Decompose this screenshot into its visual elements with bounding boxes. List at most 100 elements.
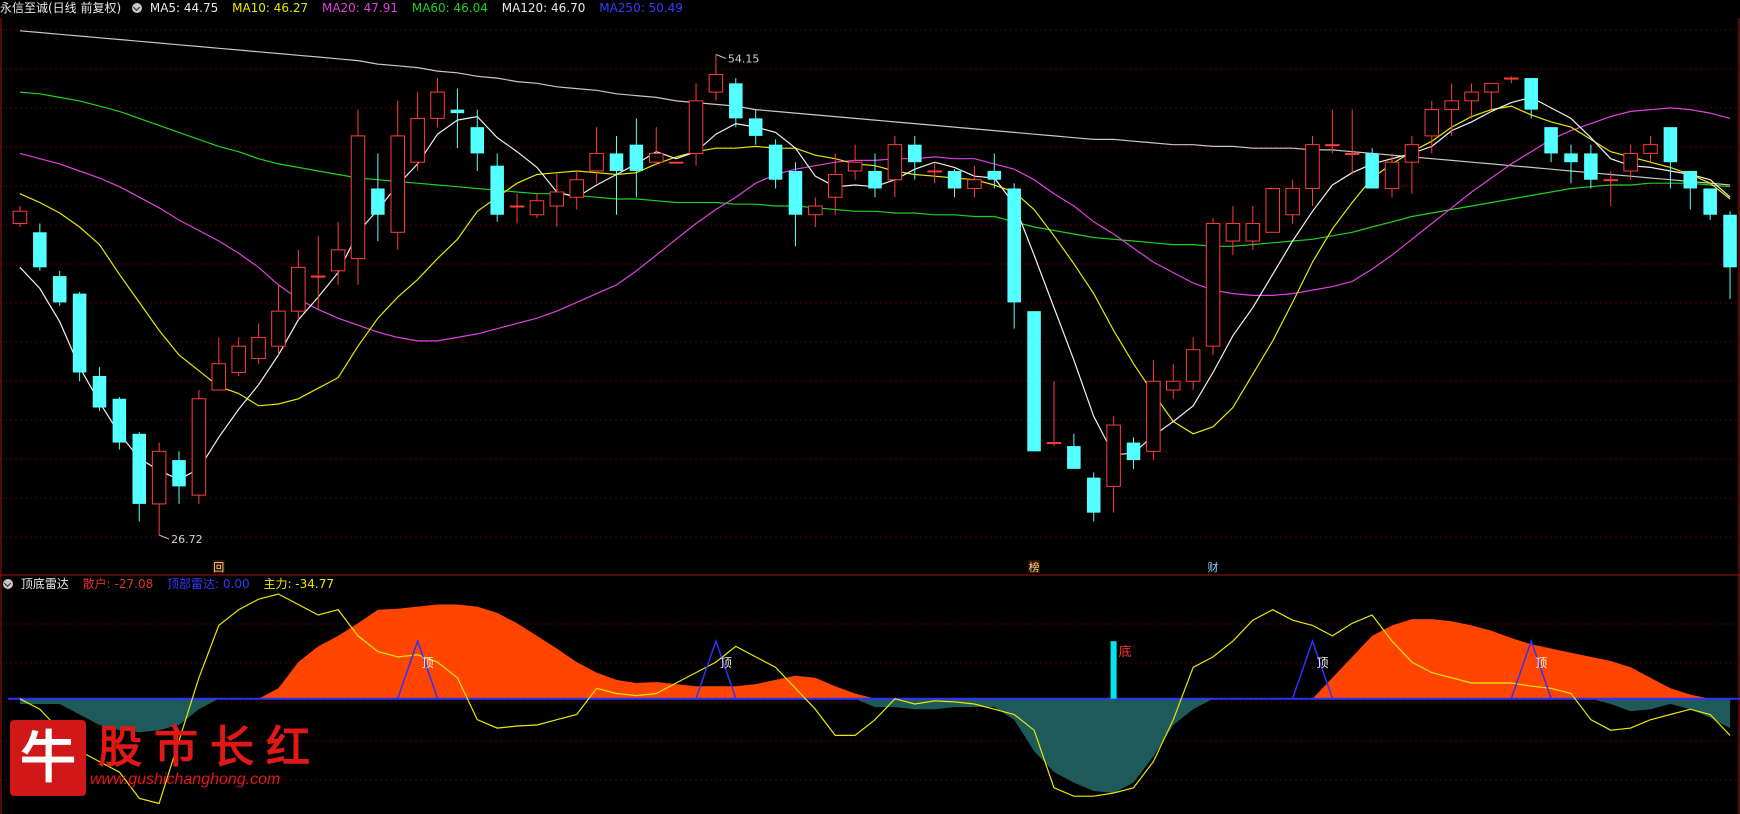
- candle-body: [1603, 179, 1619, 182]
- candle-body: [609, 153, 624, 171]
- bottom-signal-label: 底: [1119, 644, 1132, 660]
- candle-body: [1504, 77, 1519, 80]
- candle-body: [1663, 127, 1678, 163]
- candle-body: [470, 127, 485, 154]
- watermark-title: 股市长红: [98, 722, 322, 773]
- candle-body: [1464, 91, 1479, 102]
- candle-body: [887, 144, 903, 181]
- candle-body: [529, 200, 545, 216]
- candle-body: [768, 144, 783, 180]
- candle-body: [271, 310, 286, 347]
- candle-body: [1225, 223, 1241, 242]
- candle-body: [1524, 78, 1538, 110]
- candle-body: [1027, 311, 1041, 452]
- candle-body: [390, 135, 406, 233]
- candle-body: [1305, 144, 1320, 189]
- candle-body: [1146, 380, 1161, 452]
- candle-body: [151, 450, 167, 505]
- candle-body: [1344, 152, 1360, 155]
- candle-body: [132, 433, 147, 504]
- chart-canvas[interactable]: 顶 顶 顶 顶 底 54.15 26.72 回 榜 财: [0, 0, 1740, 814]
- top-signal-label: 顶: [720, 656, 732, 670]
- top-signal-label: 顶: [422, 656, 434, 670]
- watermark-logo: 牛: [10, 720, 86, 796]
- candle-body: [1067, 446, 1081, 469]
- candle-body: [788, 170, 803, 215]
- candle-body: [1564, 153, 1578, 163]
- candle-body: [430, 91, 445, 119]
- candle-body: [33, 232, 47, 268]
- candle-body: [569, 179, 584, 198]
- candle-body: [1046, 442, 1062, 445]
- candle-body: [987, 170, 1002, 180]
- candle-body: [112, 398, 127, 443]
- candle-body: [310, 275, 326, 278]
- candle-body: [1086, 477, 1101, 513]
- candle-body: [1166, 380, 1181, 391]
- candle-body: [1404, 144, 1420, 163]
- candle-body: [1245, 223, 1261, 242]
- candle-body: [1007, 188, 1021, 303]
- candle-body: [92, 375, 107, 408]
- candle-body: [509, 205, 525, 208]
- event-marker: 榜: [1029, 560, 1040, 574]
- candle-body: [1623, 152, 1638, 172]
- watermark: 牛 股市长红 www.gushichanghong.com: [6, 718, 310, 800]
- candle-body: [1106, 424, 1121, 487]
- candle-body: [490, 165, 504, 215]
- ma20-line: [19, 107, 1731, 342]
- candle-body: [1643, 144, 1658, 154]
- candle-body: [688, 100, 704, 154]
- candle-body: [908, 144, 922, 163]
- candle-body: [748, 118, 763, 136]
- candle-body: [589, 152, 604, 172]
- candle-body: [1584, 153, 1598, 180]
- candle-body: [827, 173, 843, 198]
- retail-area: [19, 604, 1731, 699]
- low-price-label: 26.72: [171, 533, 203, 546]
- candle-body: [251, 336, 266, 359]
- candle-body: [1126, 442, 1141, 461]
- candle-body: [947, 170, 962, 189]
- candle-body: [291, 266, 306, 312]
- watermark-url: www.gushichanghong.com: [90, 771, 281, 788]
- bottom-signal-bar: [1110, 641, 1117, 699]
- event-marker: 财: [1208, 560, 1219, 574]
- candle-body: [1424, 109, 1440, 137]
- candle-body: [708, 74, 724, 93]
- candle-body: [1265, 187, 1280, 233]
- candle-body: [847, 161, 863, 172]
- top-signal-label: 顶: [1316, 656, 1328, 670]
- candle-body: [450, 109, 465, 114]
- candle-body: [12, 210, 28, 225]
- candle-body: [52, 276, 67, 303]
- high-price-label: 54.15: [728, 52, 760, 65]
- candle-body: [668, 161, 684, 164]
- candle-body: [729, 83, 743, 119]
- candle-body: [1285, 187, 1300, 216]
- event-marker: 回: [213, 561, 224, 574]
- candle-body: [1185, 349, 1201, 382]
- candle-body: [808, 205, 823, 216]
- candle-body: [1703, 188, 1717, 215]
- top-signal-label: 顶: [1535, 656, 1547, 670]
- candle-body: [191, 398, 207, 496]
- candle-body: [868, 170, 882, 189]
- candle-body: [1384, 161, 1400, 189]
- candle-body: [371, 188, 385, 215]
- candle-body: [72, 293, 87, 373]
- candle-body: [967, 179, 982, 189]
- candle-body: [1325, 144, 1340, 147]
- candle-body: [549, 191, 565, 207]
- candle-body: [350, 135, 366, 260]
- candle-body: [231, 345, 246, 373]
- candle-body: [629, 144, 644, 171]
- candle-body: [927, 170, 942, 173]
- candle-body: [1544, 127, 1558, 154]
- candle-body: [1683, 170, 1698, 189]
- candle-body: [410, 117, 425, 163]
- candle-body: [211, 363, 227, 391]
- candle-body: [1365, 153, 1379, 189]
- candle-body: [1723, 214, 1737, 268]
- candle-body: [649, 152, 664, 163]
